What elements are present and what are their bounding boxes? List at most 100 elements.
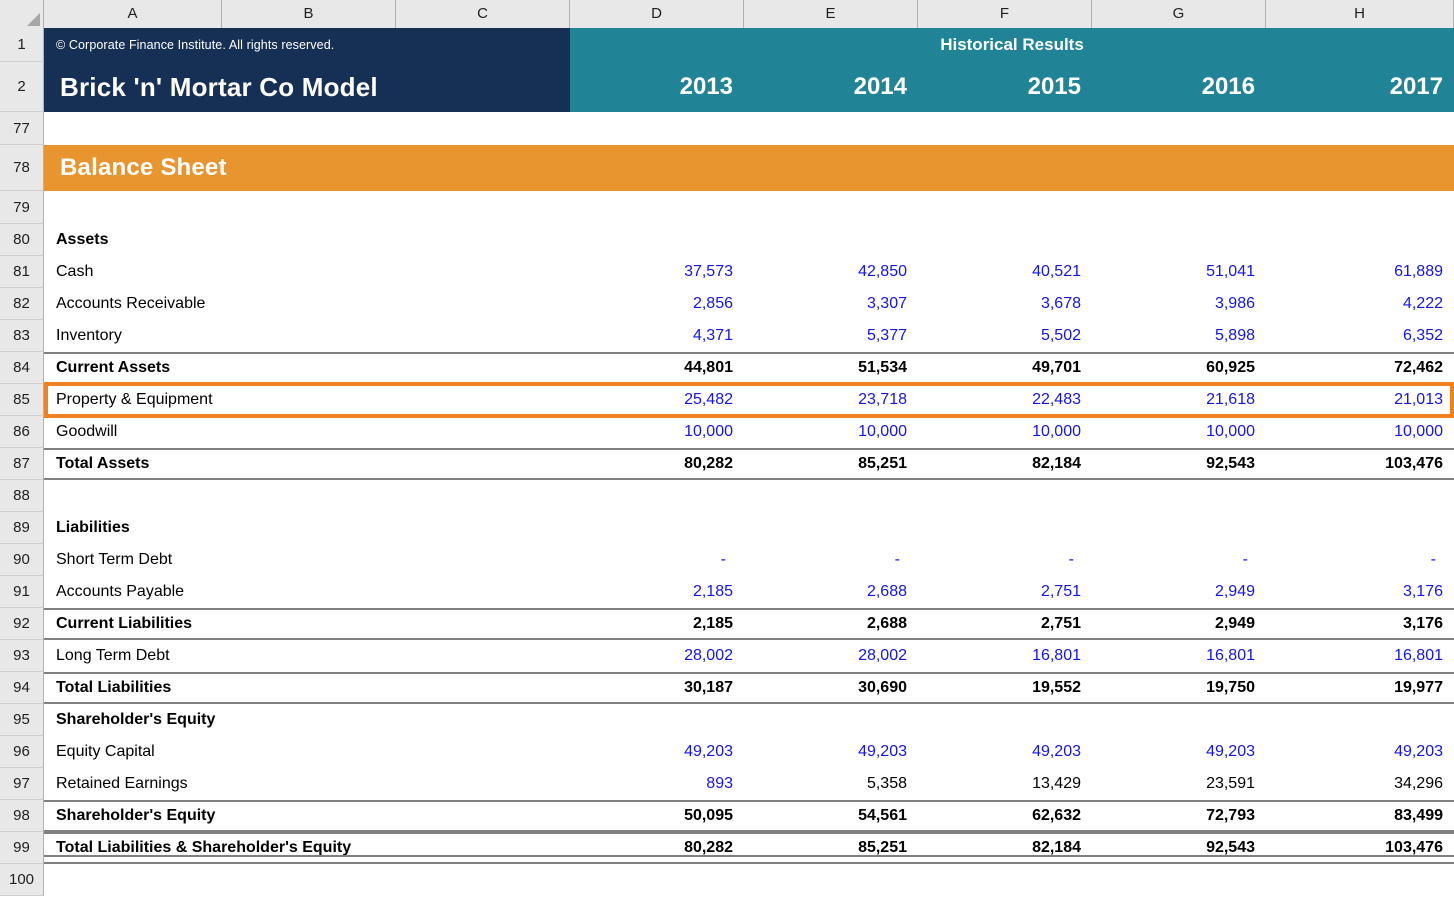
value-cell[interactable]: 92,543 xyxy=(1092,832,1266,864)
value-cell[interactable]: 49,203 xyxy=(918,736,1092,768)
value-cell[interactable]: 2,751 xyxy=(918,608,1092,640)
value-cell[interactable] xyxy=(744,704,918,736)
empty-cell[interactable] xyxy=(44,480,1454,512)
value-cell[interactable]: - xyxy=(570,544,744,576)
value-cell[interactable]: 2,185 xyxy=(570,576,744,608)
value-cell[interactable]: 2,949 xyxy=(1092,576,1266,608)
value-cell[interactable] xyxy=(918,512,1092,544)
row-label[interactable]: Current Assets xyxy=(44,352,570,384)
value-cell[interactable] xyxy=(918,224,1092,256)
value-cell[interactable]: - xyxy=(1092,544,1266,576)
empty-cell[interactable] xyxy=(44,864,1454,896)
value-cell[interactable]: 10,000 xyxy=(744,416,918,448)
row-header-79[interactable]: 79 xyxy=(0,191,44,224)
value-cell[interactable]: - xyxy=(744,544,918,576)
value-cell[interactable]: 19,977 xyxy=(1266,672,1454,704)
value-cell[interactable]: 61,889 xyxy=(1266,256,1454,288)
value-cell[interactable]: 85,251 xyxy=(744,832,918,864)
column-header-d[interactable]: D xyxy=(570,0,744,28)
column-header-b[interactable]: B xyxy=(222,0,396,28)
value-cell[interactable]: 80,282 xyxy=(570,448,744,480)
value-cell[interactable]: 103,476 xyxy=(1266,832,1454,864)
value-cell[interactable]: 2,949 xyxy=(1092,608,1266,640)
value-cell[interactable]: 92,543 xyxy=(1092,448,1266,480)
value-cell[interactable]: 49,203 xyxy=(1266,736,1454,768)
value-cell[interactable]: 30,187 xyxy=(570,672,744,704)
value-cell[interactable]: 50,095 xyxy=(570,800,744,832)
value-cell[interactable]: 72,793 xyxy=(1092,800,1266,832)
row-label[interactable]: Assets xyxy=(44,224,570,256)
value-cell[interactable]: 30,690 xyxy=(744,672,918,704)
row-header-94[interactable]: 94 xyxy=(0,672,44,704)
value-cell[interactable] xyxy=(744,224,918,256)
value-cell[interactable]: 3,678 xyxy=(918,288,1092,320)
value-cell[interactable]: 10,000 xyxy=(1092,416,1266,448)
value-cell[interactable]: 3,176 xyxy=(1266,576,1454,608)
value-cell[interactable]: 21,013 xyxy=(1266,384,1454,416)
row-header-88[interactable]: 88 xyxy=(0,480,44,512)
value-cell[interactable]: 51,041 xyxy=(1092,256,1266,288)
value-cell[interactable]: 37,573 xyxy=(570,256,744,288)
column-header-a[interactable]: A xyxy=(44,0,222,28)
value-cell[interactable]: 10,000 xyxy=(570,416,744,448)
row-label[interactable]: Current Liabilities xyxy=(44,608,570,640)
row-header-78[interactable]: 78 xyxy=(0,145,44,191)
value-cell[interactable]: 2,688 xyxy=(744,576,918,608)
value-cell[interactable]: 40,521 xyxy=(918,256,1092,288)
value-cell[interactable]: 44,801 xyxy=(570,352,744,384)
empty-cell[interactable] xyxy=(44,112,1454,145)
value-cell[interactable]: 3,986 xyxy=(1092,288,1266,320)
value-cell[interactable]: 10,000 xyxy=(1266,416,1454,448)
value-cell[interactable]: 19,552 xyxy=(918,672,1092,704)
row-header-93[interactable]: 93 xyxy=(0,640,44,672)
value-cell[interactable]: 4,222 xyxy=(1266,288,1454,320)
row-header-80[interactable]: 80 xyxy=(0,224,44,256)
value-cell[interactable]: 28,002 xyxy=(570,640,744,672)
row-label[interactable]: Short Term Debt xyxy=(44,544,570,576)
value-cell[interactable]: - xyxy=(918,544,1092,576)
value-cell[interactable]: 13,429 xyxy=(918,768,1092,800)
value-cell[interactable] xyxy=(1266,224,1454,256)
row-label[interactable]: Long Term Debt xyxy=(44,640,570,672)
select-all-button[interactable] xyxy=(0,0,44,28)
value-cell[interactable]: 42,850 xyxy=(744,256,918,288)
value-cell[interactable]: 2,185 xyxy=(570,608,744,640)
value-cell[interactable]: 54,561 xyxy=(744,800,918,832)
value-cell[interactable]: 83,499 xyxy=(1266,800,1454,832)
value-cell[interactable]: 51,534 xyxy=(744,352,918,384)
row-label[interactable]: Total Liabilities xyxy=(44,672,570,704)
value-cell[interactable] xyxy=(1266,512,1454,544)
value-cell[interactable]: 2,688 xyxy=(744,608,918,640)
row-label[interactable]: Liabilities xyxy=(44,512,570,544)
row-header-90[interactable]: 90 xyxy=(0,544,44,576)
value-cell[interactable]: 16,801 xyxy=(918,640,1092,672)
value-cell[interactable]: 2,856 xyxy=(570,288,744,320)
empty-cell[interactable] xyxy=(44,191,1454,224)
row-label[interactable]: Shareholder's Equity xyxy=(44,704,570,736)
value-cell[interactable]: 25,482 xyxy=(570,384,744,416)
value-cell[interactable] xyxy=(918,704,1092,736)
value-cell[interactable]: 3,176 xyxy=(1266,608,1454,640)
row-label[interactable]: Goodwill xyxy=(44,416,570,448)
value-cell[interactable]: 82,184 xyxy=(918,832,1092,864)
value-cell[interactable]: 23,591 xyxy=(1092,768,1266,800)
value-cell[interactable]: 49,203 xyxy=(570,736,744,768)
value-cell[interactable]: 103,476 xyxy=(1266,448,1454,480)
row-header-99[interactable]: 99 xyxy=(0,832,44,864)
value-cell[interactable]: 3,307 xyxy=(744,288,918,320)
row-header-77[interactable]: 77 xyxy=(0,112,44,145)
row-header-2[interactable]: 2 xyxy=(0,62,44,112)
row-header-91[interactable]: 91 xyxy=(0,576,44,608)
row-header-89[interactable]: 89 xyxy=(0,512,44,544)
value-cell[interactable]: 2,751 xyxy=(918,576,1092,608)
column-header-h[interactable]: H xyxy=(1266,0,1454,28)
column-header-c[interactable]: C xyxy=(396,0,570,28)
value-cell[interactable]: - xyxy=(1266,544,1454,576)
value-cell[interactable] xyxy=(570,704,744,736)
row-header-96[interactable]: 96 xyxy=(0,736,44,768)
value-cell[interactable]: 49,203 xyxy=(1092,736,1266,768)
row-header-85[interactable]: 85 xyxy=(0,384,44,416)
row-header-81[interactable]: 81 xyxy=(0,256,44,288)
value-cell[interactable] xyxy=(570,512,744,544)
value-cell[interactable]: 16,801 xyxy=(1092,640,1266,672)
